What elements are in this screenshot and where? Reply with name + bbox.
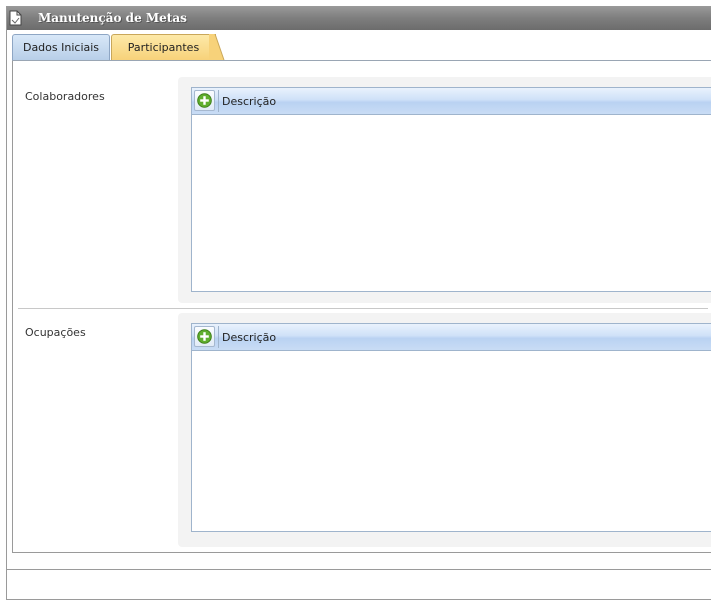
colaboradores-grid: Descrição — [191, 87, 711, 292]
document-icon — [9, 10, 22, 26]
grid-header: Descrição — [192, 88, 711, 115]
tab-label: Participantes — [127, 41, 200, 54]
add-green-icon — [197, 329, 212, 344]
column-header-descricao[interactable]: Descrição — [222, 95, 276, 108]
add-colaborador-button[interactable] — [194, 90, 215, 111]
column-separator — [218, 326, 219, 348]
add-ocupacao-button[interactable] — [194, 326, 215, 347]
window-title: Manutenção de Metas — [38, 11, 187, 25]
ocupacoes-label: Ocupações — [25, 326, 86, 339]
window-titlebar: Manutenção de Metas — [7, 6, 711, 30]
ocupacoes-grid: Descrição — [191, 323, 711, 532]
section-divider — [18, 308, 708, 309]
tab-participantes[interactable]: Participantes — [111, 34, 216, 60]
footer-separator — [6, 569, 711, 570]
tab-slant — [209, 34, 225, 61]
column-header-descricao[interactable]: Descrição — [222, 331, 276, 344]
grid-header: Descrição — [192, 324, 711, 351]
tab-label: Dados Iniciais — [22, 41, 100, 54]
colaboradores-label: Colaboradores — [25, 90, 105, 103]
column-separator — [218, 90, 219, 112]
add-green-icon — [197, 93, 212, 108]
tab-dados-iniciais[interactable]: Dados Iniciais — [12, 34, 110, 60]
tab-bar: Dados Iniciais Participantes — [12, 34, 711, 61]
